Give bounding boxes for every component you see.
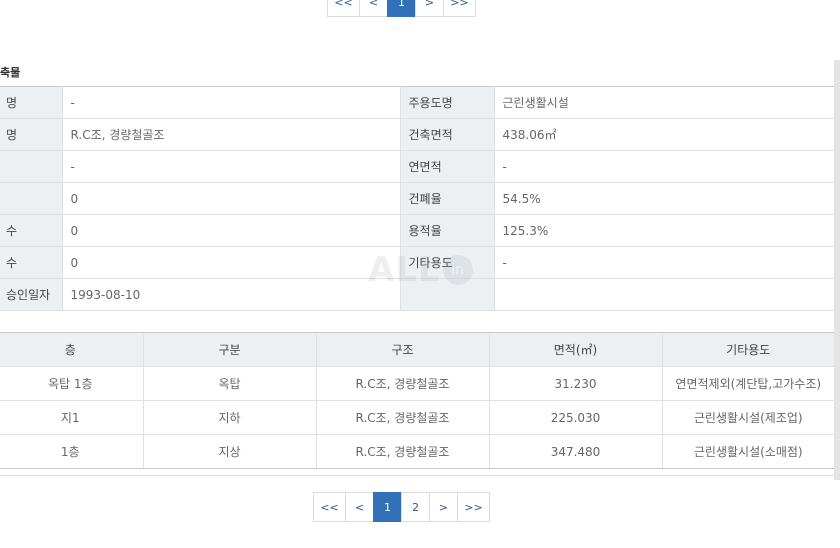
info-value: 0: [62, 246, 401, 279]
cell-other-use: 근린생활시설(제조업): [662, 400, 834, 435]
cell-structure: R.C조, 경량철골조: [316, 434, 490, 469]
info-row: 수 0 기타용도 -: [0, 246, 835, 279]
info-row: 명 - 주용도명 근린생활시설: [0, 86, 835, 119]
pagination-bottom: << < 1 2 > >>: [313, 492, 490, 522]
pagination-top: << < 1 > >>: [327, 0, 476, 17]
table-row: 지1 지하 R.C조, 경량철골조 225.030 근린생활시설(제조업): [0, 400, 834, 435]
next-page-button[interactable]: >: [429, 492, 458, 522]
col-header-floor: 층: [0, 332, 144, 367]
info-label: [0, 182, 63, 215]
cell-type: 지하: [143, 400, 317, 435]
info-value: 438.06㎡: [494, 118, 835, 151]
info-row: 0 건폐율 54.5%: [0, 182, 835, 215]
col-header-area: 면적(㎡): [489, 332, 663, 367]
info-label: 승인일자: [0, 278, 63, 311]
last-page-button[interactable]: >>: [457, 492, 490, 522]
cell-other-use: 근린생활시설(소매점): [662, 434, 834, 469]
info-label: 수: [0, 214, 63, 247]
col-header-other-use: 기타용도: [662, 332, 834, 367]
info-value: [494, 278, 835, 311]
next-page-button[interactable]: >: [415, 0, 444, 17]
info-value: -: [494, 246, 835, 279]
info-value: 0: [62, 182, 401, 215]
cell-type: 지상: [143, 434, 317, 469]
scrollbar[interactable]: [834, 60, 840, 480]
info-value: 0: [62, 214, 401, 247]
cell-other-use: 연면적제외(계단탑,고가수조): [662, 366, 834, 401]
info-label: 건축면적: [400, 118, 495, 151]
cell-structure: R.C조, 경량철골조: [316, 366, 490, 401]
col-header-structure: 구조: [316, 332, 490, 367]
table-row: 1층 지상 R.C조, 경량철골조 347.480 근린생활시설(소매점): [0, 434, 834, 469]
info-row: 수 0 용적율 125.3%: [0, 214, 835, 247]
info-value: 1993-08-10: [62, 278, 401, 311]
table-row: 옥탑 1층 옥탑 R.C조, 경량철골조 31.230 연면적제외(계단탑,고가…: [0, 366, 834, 401]
info-label: 연면적: [400, 150, 495, 183]
cell-area: 347.480: [489, 434, 663, 469]
page-1-button[interactable]: 1: [373, 492, 402, 522]
page-2-button[interactable]: 2: [401, 492, 430, 522]
info-value: 근린생활시설: [494, 86, 835, 119]
page-1-button[interactable]: 1: [387, 0, 416, 17]
info-label: 명: [0, 86, 63, 119]
cell-structure: R.C조, 경량철골조: [316, 400, 490, 435]
cell-floor: 지1: [0, 400, 144, 435]
first-page-button[interactable]: <<: [313, 492, 346, 522]
info-label: 용적율: [400, 214, 495, 247]
divider: [0, 475, 836, 476]
info-label: 주용도명: [400, 86, 495, 119]
first-page-button[interactable]: <<: [327, 0, 360, 17]
info-row: 승인일자 1993-08-10: [0, 278, 835, 311]
floor-table: 층 구분 구조 면적(㎡) 기타용도 옥탑 1층 옥탑 R.C조, 경량철골조 …: [0, 332, 834, 469]
cell-area: 225.030: [489, 400, 663, 435]
cell-floor: 옥탑 1층: [0, 366, 144, 401]
info-value: 54.5%: [494, 182, 835, 215]
info-label: 명: [0, 118, 63, 151]
info-label: 건폐율: [400, 182, 495, 215]
cell-type: 옥탑: [143, 366, 317, 401]
info-value: -: [494, 150, 835, 183]
info-label: 기타용도: [400, 246, 495, 279]
info-label: [0, 150, 63, 183]
section-title: 축물: [0, 66, 21, 79]
building-info-table: 명 - 주용도명 근린생활시설 명 R.C조, 경량철골조 건축면적 438.0…: [0, 86, 835, 311]
info-value: -: [62, 86, 401, 119]
col-header-type: 구분: [143, 332, 317, 367]
info-row: 명 R.C조, 경량철골조 건축면적 438.06㎡: [0, 118, 835, 151]
prev-page-button[interactable]: <: [359, 0, 388, 17]
prev-page-button[interactable]: <: [345, 492, 374, 522]
last-page-button[interactable]: >>: [443, 0, 476, 17]
info-value: -: [62, 150, 401, 183]
cell-floor: 1층: [0, 434, 144, 469]
floor-table-header: 층 구분 구조 면적(㎡) 기타용도: [0, 332, 834, 367]
info-label: [400, 278, 495, 311]
info-row: - 연면적 -: [0, 150, 835, 183]
info-value: 125.3%: [494, 214, 835, 247]
cell-area: 31.230: [489, 366, 663, 401]
info-value: R.C조, 경량철골조: [62, 118, 401, 151]
info-label: 수: [0, 246, 63, 279]
